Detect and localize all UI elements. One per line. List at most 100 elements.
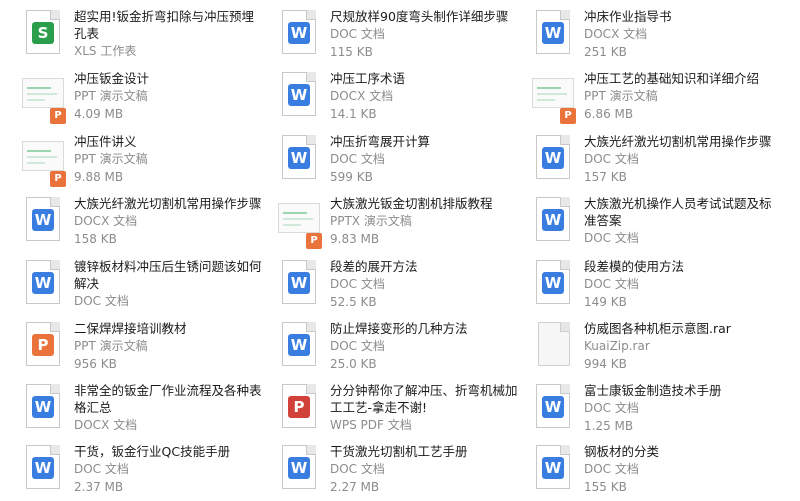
file-item[interactable]: W 段差的展开方法 DOC 文档 52.5 KB xyxy=(278,258,520,311)
file-name: 干货，钣金行业QC技能手册 xyxy=(74,444,231,459)
file-item[interactable]: W 防止焊接变形的几种方法 DOC 文档 25.0 KB xyxy=(278,320,520,373)
file-size: 155 KB xyxy=(584,480,627,494)
file-size: 158 KB xyxy=(74,232,117,246)
file-item[interactable]: W 冲床作业指导书 DOCX 文档 251 KB xyxy=(532,8,774,61)
file-name: 大族光纤激光切割机常用操作步骤 xyxy=(74,196,262,211)
file-info: 尺规放样90度弯头制作详细步骤 DOC 文档 115 KB xyxy=(330,8,520,61)
file-type: DOC 文档 xyxy=(584,277,639,291)
file-info: 干货，钣金行业QC技能手册 DOC 文档 2.37 MB xyxy=(74,443,264,496)
file-size: 157 KB xyxy=(584,170,627,184)
file-info: 段差模的使用方法 DOC 文档 149 KB xyxy=(584,258,774,311)
doc-icon: W xyxy=(278,322,320,368)
xls-icon: S xyxy=(22,10,64,56)
file-item[interactable]: W 干货，钣金行业QC技能手册 DOC 文档 2.37 MB xyxy=(22,443,264,496)
ppt-thumbnail-icon: P xyxy=(22,135,66,187)
file-item[interactable]: P 大族激光钣金切割机排版教程 PPTX 演示文稿 9.83 MB xyxy=(278,195,520,249)
file-item[interactable]: W 尺规放样90度弯头制作详细步骤 DOC 文档 115 KB xyxy=(278,8,520,61)
file-item[interactable]: W 非常全的钣金厂作业流程及各种表格汇总 DOCX 文档 xyxy=(22,382,264,434)
file-size: 9.88 MB xyxy=(74,170,124,184)
file-name: 段差的展开方法 xyxy=(330,259,418,274)
file-size: 9.83 MB xyxy=(330,232,380,246)
file-name: 冲床作业指导书 xyxy=(584,9,672,24)
file-name: 冲压工艺的基础知识和详细介绍 xyxy=(584,71,760,86)
doc-icon: W xyxy=(278,260,320,306)
ppt-thumbnail-icon: P xyxy=(532,72,576,124)
file-item[interactable]: W 大族光纤激光切割机常用操作步骤 DOC 文档 157 KB xyxy=(532,133,774,186)
doc-icon: W xyxy=(532,10,574,56)
doc-icon: W xyxy=(22,384,64,430)
file-type: DOC 文档 xyxy=(330,27,385,41)
file-item[interactable]: W 大族光纤激光切割机常用操作步骤 DOCX 文档 158 KB xyxy=(22,195,264,248)
file-type: DOCX 文档 xyxy=(584,27,648,41)
file-type: PPT 演示文稿 xyxy=(74,89,148,103)
file-size: 4.09 MB xyxy=(74,107,124,121)
file-item[interactable]: P 二保焊焊接培训教材 PPT 演示文稿 956 KB xyxy=(22,320,264,373)
file-item[interactable]: P 冲压工艺的基础知识和详细介绍 PPT 演示文稿 6.86 MB xyxy=(532,70,774,124)
file-name: 尺规放样90度弯头制作详细步骤 xyxy=(330,9,509,24)
file-name: 大族激光机操作人员考试试题及标准答案 xyxy=(584,196,772,228)
file-info: 冲压件讲义 PPT 演示文稿 9.88 MB xyxy=(74,133,264,186)
file-info: 冲压工序术语 DOCX 文档 14.1 KB xyxy=(330,70,520,123)
file-item[interactable]: P 冲压钣金设计 PPT 演示文稿 4.09 MB xyxy=(22,70,264,124)
file-size: 956 KB xyxy=(74,357,117,371)
file-item[interactable]: 仿威图各种机柜示意图.rar KuaiZip.rar 994 KB xyxy=(532,320,774,373)
file-size: 25.0 KB xyxy=(330,357,377,371)
file-type: PPT 演示文稿 xyxy=(584,89,658,103)
file-info: 干货激光切割机工艺手册 DOC 文档 2.27 MB xyxy=(330,443,520,496)
file-item[interactable]: P 分分钟帮你了解冲压、折弯机械加工工艺-拿走不谢! WPS PDF 文档 xyxy=(278,382,520,434)
file-info: 段差的展开方法 DOC 文档 52.5 KB xyxy=(330,258,520,311)
file-info: 钢板材的分类 DOC 文档 155 KB xyxy=(584,443,774,496)
file-name: 二保焊焊接培训教材 xyxy=(74,321,187,336)
file-type: DOC 文档 xyxy=(330,339,385,353)
file-name: 段差模的使用方法 xyxy=(584,259,685,274)
file-info: 冲床作业指导书 DOCX 文档 251 KB xyxy=(584,8,774,61)
file-size: 6.86 MB xyxy=(584,107,634,121)
archive-icon xyxy=(532,322,574,368)
doc-icon: W xyxy=(22,260,64,306)
file-type: PPT 演示文稿 xyxy=(74,152,148,166)
file-item[interactable]: P 冲压件讲义 PPT 演示文稿 9.88 MB xyxy=(22,133,264,187)
file-info: 冲压钣金设计 PPT 演示文稿 4.09 MB xyxy=(74,70,264,123)
doc-icon: W xyxy=(22,445,64,491)
file-size: 1.25 MB xyxy=(584,419,634,433)
ppt-thumbnail-icon: P xyxy=(278,197,322,249)
file-item[interactable]: W 干货激光切割机工艺手册 DOC 文档 2.27 MB xyxy=(278,443,520,496)
file-info: 冲压折弯展开计算 DOC 文档 599 KB xyxy=(330,133,520,186)
file-item[interactable]: W 钢板材的分类 DOC 文档 155 KB xyxy=(532,443,774,496)
file-type: PPTX 演示文稿 xyxy=(330,214,412,228)
file-type: DOC 文档 xyxy=(74,462,129,476)
doc-icon: W xyxy=(532,384,574,430)
file-size: 14.1 KB xyxy=(330,107,377,121)
file-info: 非常全的钣金厂作业流程及各种表格汇总 DOCX 文档 xyxy=(74,382,264,434)
file-info: 防止焊接变形的几种方法 DOC 文档 25.0 KB xyxy=(330,320,520,373)
file-size: 115 KB xyxy=(330,45,373,59)
pdf-icon: P xyxy=(278,384,320,430)
file-type: DOC 文档 xyxy=(584,152,639,166)
doc-icon: W xyxy=(22,197,64,243)
file-item[interactable]: W 冲压折弯展开计算 DOC 文档 599 KB xyxy=(278,133,520,186)
file-name: 超实用!钣金折弯扣除与冲压预埋孔表 xyxy=(74,9,255,41)
file-type: DOCX 文档 xyxy=(74,214,138,228)
file-item[interactable]: W 段差模的使用方法 DOC 文档 149 KB xyxy=(532,258,774,311)
file-info: 分分钟帮你了解冲压、折弯机械加工工艺-拿走不谢! WPS PDF 文档 xyxy=(330,382,520,434)
file-size: 2.27 MB xyxy=(330,480,380,494)
file-info: 大族激光钣金切割机排版教程 PPTX 演示文稿 9.83 MB xyxy=(330,195,520,248)
file-name: 冲压件讲义 xyxy=(74,134,137,149)
file-type: DOC 文档 xyxy=(584,401,639,415)
file-name: 仿威图各种机柜示意图.rar xyxy=(584,321,731,336)
file-type: DOCX 文档 xyxy=(74,418,138,432)
file-type: PPT 演示文稿 xyxy=(74,339,148,353)
doc-icon: W xyxy=(278,445,320,491)
file-item[interactable]: W 镀锌板材料冲压后生锈问题该如何解决 DOC 文档 xyxy=(22,258,264,310)
file-item[interactable]: W 大族激光机操作人员考试试题及标准答案 DOC 文档 xyxy=(532,195,774,247)
file-type: XLS 工作表 xyxy=(74,44,137,58)
file-item[interactable]: S 超实用!钣金折弯扣除与冲压预埋孔表 XLS 工作表 xyxy=(22,8,264,60)
file-name: 富士康钣金制造技术手册 xyxy=(584,383,722,398)
file-info: 大族激光机操作人员考试试题及标准答案 DOC 文档 xyxy=(584,195,774,247)
file-item[interactable]: W 富士康钣金制造技术手册 DOC 文档 1.25 MB xyxy=(532,382,774,435)
file-info: 二保焊焊接培训教材 PPT 演示文稿 956 KB xyxy=(74,320,264,373)
file-type: KuaiZip.rar xyxy=(584,339,650,353)
file-item[interactable]: W 冲压工序术语 DOCX 文档 14.1 KB xyxy=(278,70,520,123)
doc-icon: W xyxy=(532,135,574,181)
file-size: 2.37 MB xyxy=(74,480,124,494)
